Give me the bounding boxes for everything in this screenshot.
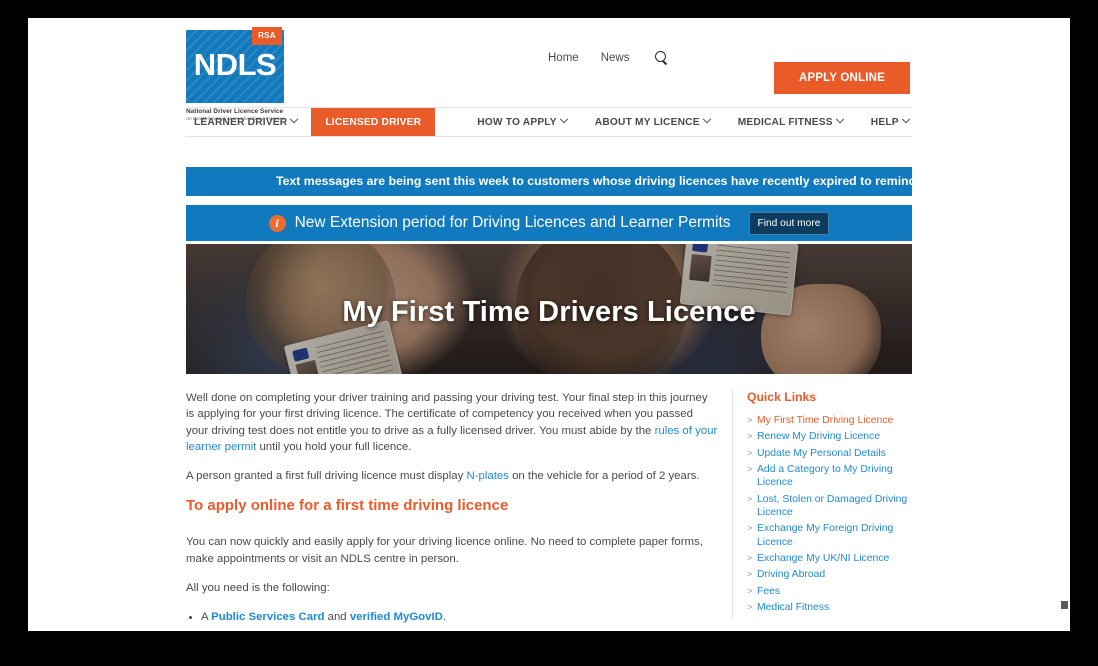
nav-item-learner-driver[interactable]: LEARNER DRIVER: [186, 108, 311, 136]
hero-title: My First Time Drivers Licence: [342, 296, 756, 328]
nav-item-label: HOW TO APPLY: [477, 116, 557, 128]
quick-link-fees[interactable]: Fees: [747, 585, 912, 598]
quick-link-my-first-time-driving-licence[interactable]: My First Time Driving Licence: [747, 414, 912, 427]
bullet-text: and: [324, 611, 350, 624]
nav-item-licensed-driver[interactable]: LICENSED DRIVER: [311, 108, 436, 136]
link-verified-mygovid[interactable]: verified MyGovID: [350, 611, 443, 623]
quick-links-sidebar: Quick Links My First Time Driving Licenc…: [732, 390, 912, 618]
quick-link-exchange-uk-ni-licence[interactable]: Exchange My UK/NI Licence: [747, 552, 912, 565]
chevron-down-icon: [835, 114, 845, 124]
scrollbar-thumb[interactable]: [1061, 601, 1068, 609]
paragraph-text: until you hold your full licence.: [256, 440, 412, 453]
paragraph-text: on the vehicle for a period of 2 years.: [508, 470, 700, 483]
chevron-down-icon: [702, 114, 711, 124]
list-item: To have successfully passed the driving …: [186, 628, 718, 631]
paragraph-text: A person granted a first full driving li…: [186, 470, 467, 483]
nav-item-how-to-apply[interactable]: HOW TO APPLY: [463, 108, 581, 136]
quick-link-add-a-category[interactable]: Add a Category to My Driving Licence: [747, 463, 912, 489]
chevron-down-icon: [559, 114, 569, 124]
quick-links-list: My First Time Driving Licence Renew My D…: [747, 414, 912, 615]
header-link-home[interactable]: Home: [548, 52, 579, 64]
paragraph-text: Well done on completing your driver trai…: [186, 392, 708, 437]
quick-link-lost-stolen-damaged[interactable]: Lost, Stolen or Damaged Driving Licence: [747, 493, 912, 519]
quick-link-renew-my-driving-licence[interactable]: Renew My Driving Licence: [747, 430, 912, 443]
web-page: NDLS RSA National Driver Licence Service…: [28, 18, 1070, 631]
nav-item-label: ABOUT MY LICENCE: [594, 116, 700, 128]
nav-item-label: MEDICAL FITNESS: [737, 116, 833, 128]
main-navigation: LEARNER DRIVER LICENSED DRIVER HOW TO AP…: [186, 107, 912, 137]
article: Well done on completing your driver trai…: [186, 390, 718, 631]
rsa-badge: RSA: [252, 27, 282, 45]
bullet-text: .: [442, 611, 447, 624]
logo-text: NDLS: [193, 47, 277, 82]
hero-banner: My First Time Drivers Licence: [186, 244, 912, 374]
paragraph-intro: Well done on completing your driver trai…: [186, 390, 718, 455]
quick-links-title: Quick Links: [747, 390, 817, 404]
nav-item-about-my-licence[interactable]: ABOUT MY LICENCE: [581, 108, 724, 136]
bullet-text: To have successfully passed the driving …: [201, 630, 698, 631]
bullet-text: A: [201, 611, 212, 624]
ticker-banner: Text messages are being sent this week t…: [186, 167, 912, 196]
quick-link-medical-fitness[interactable]: Medical Fitness: [747, 601, 912, 614]
nav-item-label: LEARNER DRIVER: [194, 116, 288, 128]
alert-text: New Extension period for Driving Licence…: [294, 214, 731, 231]
site-header: NDLS RSA National Driver Licence Service…: [28, 18, 1070, 121]
alert-banner: i New Extension period for Driving Licen…: [186, 205, 912, 241]
logo-mark: NDLS RSA: [186, 27, 284, 103]
paragraph-all-you-need: All you need is the following:: [186, 582, 330, 595]
chevron-down-icon: [901, 114, 911, 124]
header-nav: Home News: [548, 51, 669, 65]
link-n-plates[interactable]: N-plates: [466, 470, 508, 482]
requirements-list: A Public Services Card and verified MyGo…: [186, 609, 718, 631]
quick-link-driving-abroad[interactable]: Driving Abroad: [747, 568, 912, 581]
quick-link-exchange-foreign-licence[interactable]: Exchange My Foreign Driving Licence: [747, 522, 912, 548]
header-link-news[interactable]: News: [601, 52, 630, 64]
find-out-more-button[interactable]: Find out more: [748, 211, 830, 235]
nav-item-medical-fitness[interactable]: MEDICAL FITNESS: [724, 108, 857, 136]
list-item: A Public Services Card and verified MyGo…: [186, 609, 718, 625]
info-icon: i: [268, 214, 286, 232]
link-public-services-card[interactable]: Public Services Card: [211, 611, 324, 623]
ticker-text: Text messages are being sent this week t…: [276, 174, 912, 188]
nav-item-label: HELP: [870, 116, 899, 128]
nav-item-label: LICENSED DRIVER: [325, 116, 422, 128]
section-heading: To apply online for a first time driving…: [186, 497, 509, 515]
quick-link-update-my-personal-details[interactable]: Update My Personal Details: [747, 447, 912, 460]
browser-viewport: NDLS RSA National Driver Licence Service…: [0, 0, 1098, 666]
apply-online-button[interactable]: APPLY ONLINE: [774, 62, 910, 94]
chevron-down-icon: [290, 114, 299, 124]
paragraph-apply-online: You can now quickly and easily apply for…: [186, 536, 703, 565]
search-icon[interactable]: [655, 51, 669, 65]
paragraph-n-plates: A person granted a first full driving li…: [186, 468, 718, 484]
nav-item-help[interactable]: HELP: [857, 108, 923, 136]
